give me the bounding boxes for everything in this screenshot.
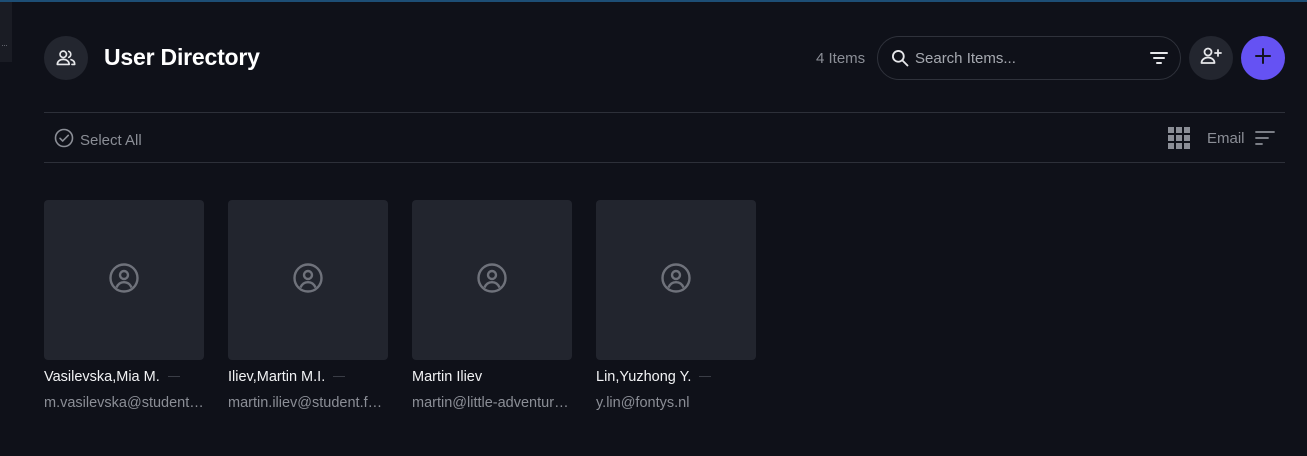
user-card[interactable]: Iliev,Martin M.I. martin.iliev@student.f…: [228, 200, 388, 411]
person-add-icon: [1199, 45, 1223, 72]
dash-divider: [333, 376, 346, 377]
window-top-border: [0, 0, 1307, 2]
user-email: martin.iliev@student.fontys.nl: [228, 395, 388, 411]
avatar[interactable]: [228, 200, 388, 360]
select-all-label: Select All: [80, 131, 142, 149]
filter-icon[interactable]: [1149, 49, 1169, 72]
users-icon: [44, 36, 88, 80]
toolbar-divider: [44, 162, 1285, 163]
add-button[interactable]: [1241, 36, 1285, 80]
user-circle-icon: [292, 262, 324, 299]
search-icon: [890, 48, 910, 73]
sort-icon[interactable]: [1255, 130, 1275, 151]
page-header: User Directory 4 Items: [44, 36, 1285, 80]
user-card[interactable]: Vasilevska,Mia M. m.vasilevska@student.f…: [44, 200, 204, 411]
more-dots-icon[interactable]: ···: [1, 40, 8, 50]
user-card[interactable]: Martin Iliev martin@little-adventures.nl: [412, 200, 572, 411]
search-input[interactable]: [915, 47, 1135, 69]
user-name: Vasilevska,Mia M.: [44, 368, 160, 385]
user-circle-icon: [108, 262, 140, 299]
user-email: martin@little-adventures.nl: [412, 395, 572, 411]
user-email: m.vasilevska@student.fontys.nl: [44, 395, 204, 411]
user-card[interactable]: Lin,Yuzhong Y. y.lin@fontys.nl: [596, 200, 756, 411]
avatar[interactable]: [412, 200, 572, 360]
user-name: Martin Iliev: [412, 368, 483, 385]
dash-divider: [167, 376, 180, 377]
avatar[interactable]: [44, 200, 204, 360]
user-email: y.lin@fontys.nl: [596, 395, 690, 411]
sort-field-label[interactable]: Email: [1207, 130, 1245, 147]
page-title: User Directory: [104, 44, 260, 70]
side-panel-edge[interactable]: ···: [0, 2, 12, 62]
plus-icon: [1254, 47, 1272, 70]
header-divider: [44, 112, 1285, 113]
check-circle-icon: [54, 128, 74, 152]
dash-divider: [699, 376, 712, 377]
user-circle-icon: [660, 262, 692, 299]
user-name: Iliev,Martin M.I.: [228, 368, 326, 385]
grid-view-icon[interactable]: [1168, 127, 1190, 154]
list-toolbar: Select All Email: [44, 114, 1285, 162]
add-user-button[interactable]: [1189, 36, 1233, 80]
item-count: 4 Items: [816, 50, 866, 67]
select-all-button[interactable]: Select All: [54, 128, 142, 152]
user-name: Lin,Yuzhong Y.: [596, 368, 692, 385]
search-box[interactable]: [877, 36, 1181, 80]
user-circle-icon: [476, 262, 508, 299]
avatar[interactable]: [596, 200, 756, 360]
